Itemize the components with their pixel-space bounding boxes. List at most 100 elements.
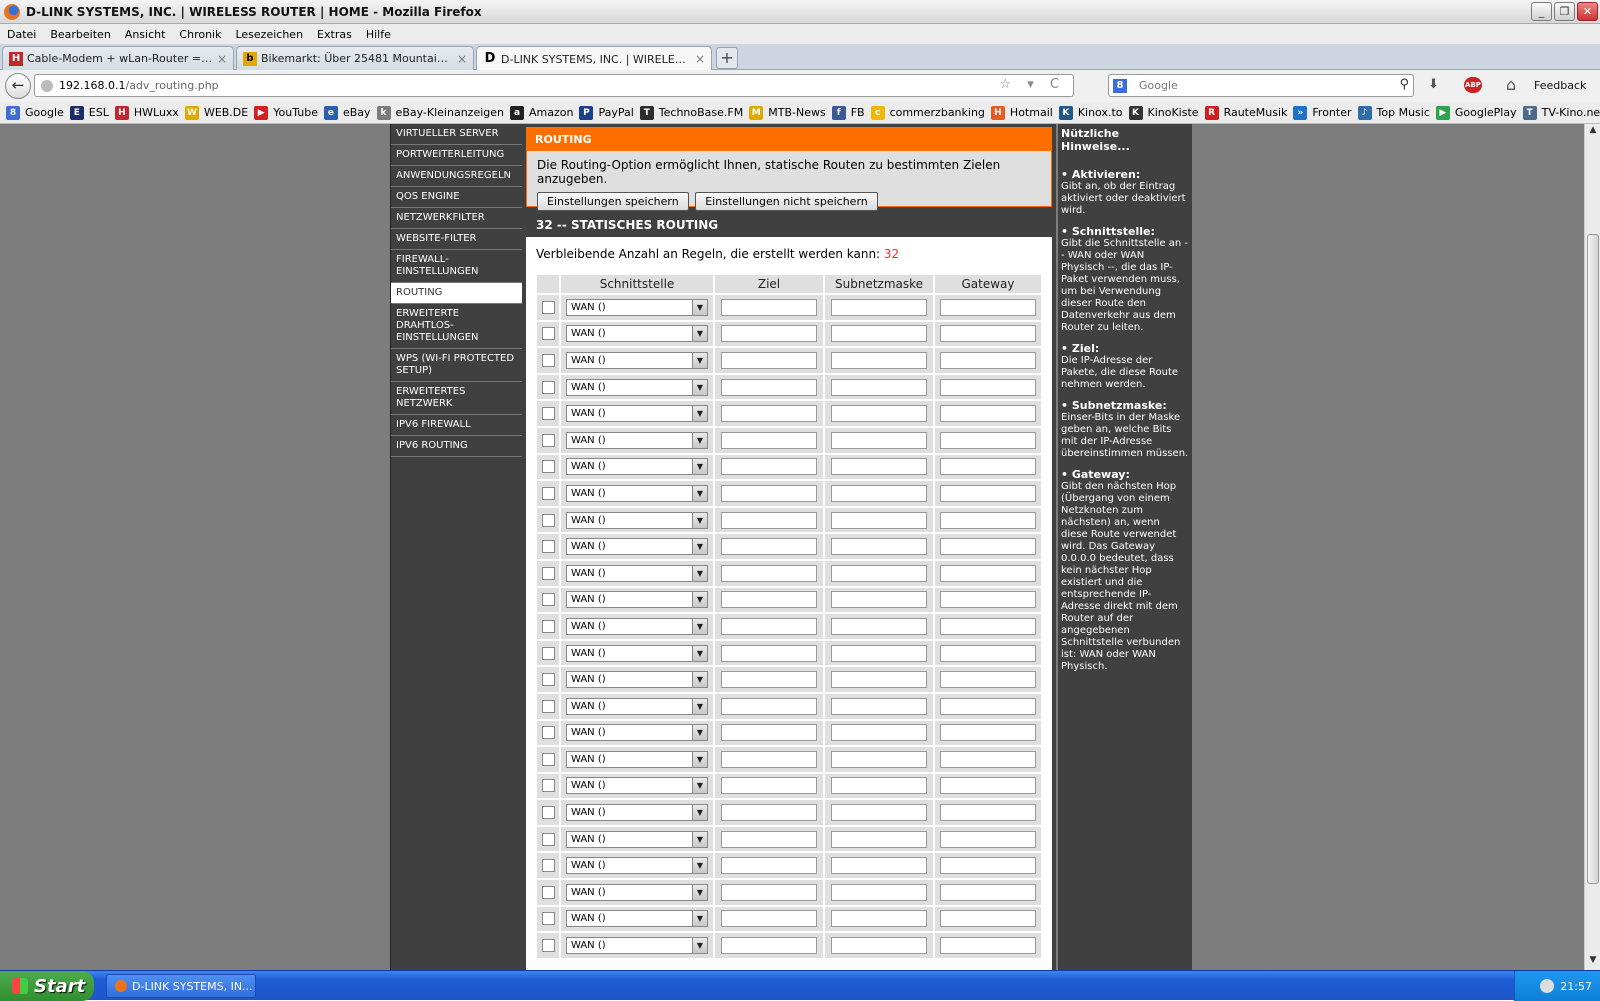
destination-input[interactable] xyxy=(721,617,817,635)
chevron-down-icon[interactable]: ▼ xyxy=(692,805,707,821)
subnet-mask-input[interactable] xyxy=(831,591,927,609)
chevron-down-icon[interactable]: ▼ xyxy=(692,645,707,661)
gateway-input[interactable] xyxy=(940,431,1036,449)
bookmark-item[interactable]: M MTB-News xyxy=(749,105,826,120)
subnet-mask-input[interactable] xyxy=(831,777,927,795)
chevron-down-icon[interactable]: ▼ xyxy=(692,352,707,368)
sidebar-item[interactable]: VIRTUELLER SERVER xyxy=(391,124,522,145)
new-tab-button[interactable]: + xyxy=(716,47,738,69)
subnet-mask-input[interactable] xyxy=(831,910,927,928)
enable-checkbox[interactable] xyxy=(541,912,555,926)
tab-close-icon[interactable]: × xyxy=(217,52,227,66)
page-scrollbar[interactable]: ▲ ▼ xyxy=(1584,124,1600,970)
enable-checkbox[interactable] xyxy=(541,806,555,820)
download-icon[interactable]: ⬇ xyxy=(1428,77,1439,92)
gateway-input[interactable] xyxy=(940,644,1036,662)
chevron-down-icon[interactable]: ▼ xyxy=(692,725,707,741)
dont-save-settings-button[interactable]: Einstellungen nicht speichern xyxy=(695,192,878,211)
chevron-down-icon[interactable]: ▼ xyxy=(692,299,707,315)
interface-select[interactable]: WAN () ▼ xyxy=(566,883,708,901)
bookmark-item[interactable]: k eBay-Kleinanzeigen xyxy=(376,105,504,120)
enable-checkbox[interactable] xyxy=(541,779,555,793)
enable-checkbox[interactable] xyxy=(541,460,555,474)
chevron-down-icon[interactable]: ▼ xyxy=(692,406,707,422)
enable-checkbox[interactable] xyxy=(541,513,555,527)
chevron-down-icon[interactable]: ▼ xyxy=(692,672,707,688)
bookmark-item[interactable]: ▶ YouTube xyxy=(254,105,318,120)
bookmark-item[interactable]: ▶ GooglePlay xyxy=(1435,105,1517,120)
bookmark-item[interactable]: T TV-Kino.net xyxy=(1522,105,1600,120)
chevron-down-icon[interactable]: ▼ xyxy=(692,539,707,555)
menu-hilfe[interactable]: Hilfe xyxy=(359,28,398,41)
gateway-input[interactable] xyxy=(940,804,1036,822)
adblock-icon[interactable]: ABP xyxy=(1464,77,1482,93)
subnet-mask-input[interactable] xyxy=(831,351,927,369)
sidebar-item[interactable]: IPV6 ROUTING xyxy=(391,436,522,457)
destination-input[interactable] xyxy=(721,405,817,423)
destination-input[interactable] xyxy=(721,325,817,343)
chevron-down-icon[interactable]: ▼ xyxy=(692,379,707,395)
subnet-mask-input[interactable] xyxy=(831,644,927,662)
interface-select[interactable]: WAN () ▼ xyxy=(566,857,708,875)
chevron-down-icon[interactable]: ▼ xyxy=(692,884,707,900)
subnet-mask-input[interactable] xyxy=(831,857,927,875)
interface-select[interactable]: WAN () ▼ xyxy=(566,325,708,343)
gateway-input[interactable] xyxy=(940,591,1036,609)
interface-select[interactable]: WAN () ▼ xyxy=(566,431,708,449)
interface-select[interactable]: WAN () ▼ xyxy=(566,617,708,635)
gateway-input[interactable] xyxy=(940,937,1036,955)
url-bar-icons[interactable]: ☆ ▾ C xyxy=(999,77,1065,92)
google-search-icon[interactable]: 8 xyxy=(1113,78,1127,93)
subnet-mask-input[interactable] xyxy=(831,617,927,635)
interface-select[interactable]: WAN () ▼ xyxy=(566,697,708,715)
enable-checkbox[interactable] xyxy=(541,646,555,660)
interface-select[interactable]: WAN () ▼ xyxy=(566,804,708,822)
gateway-input[interactable] xyxy=(940,538,1036,556)
gateway-input[interactable] xyxy=(940,883,1036,901)
interface-select[interactable]: WAN () ▼ xyxy=(566,351,708,369)
feedback-button[interactable]: Feedback xyxy=(1534,79,1586,92)
chevron-down-icon[interactable]: ▼ xyxy=(692,751,707,767)
menu-chronik[interactable]: Chronik xyxy=(172,28,228,41)
gateway-input[interactable] xyxy=(940,458,1036,476)
destination-input[interactable] xyxy=(721,564,817,582)
sidebar-item[interactable]: ROUTING xyxy=(391,283,522,304)
enable-checkbox[interactable] xyxy=(541,832,555,846)
scroll-down-icon[interactable]: ▼ xyxy=(1586,955,1600,969)
destination-input[interactable] xyxy=(721,458,817,476)
subnet-mask-input[interactable] xyxy=(831,883,927,901)
interface-select[interactable]: WAN () ▼ xyxy=(566,777,708,795)
subnet-mask-input[interactable] xyxy=(831,937,927,955)
destination-input[interactable] xyxy=(721,697,817,715)
menu-ansicht[interactable]: Ansicht xyxy=(118,28,173,41)
tab-close-icon[interactable]: × xyxy=(695,52,705,66)
enable-checkbox[interactable] xyxy=(541,300,555,314)
subnet-mask-input[interactable] xyxy=(831,298,927,316)
enable-checkbox[interactable] xyxy=(541,619,555,633)
interface-select[interactable]: WAN () ▼ xyxy=(566,458,708,476)
tray-icon[interactable] xyxy=(1540,979,1555,993)
destination-input[interactable] xyxy=(721,671,817,689)
interface-select[interactable]: WAN () ▼ xyxy=(566,298,708,316)
scroll-up-icon[interactable]: ▲ xyxy=(1586,125,1600,139)
bookmark-item[interactable]: R RauteMusik xyxy=(1204,105,1287,120)
gateway-input[interactable] xyxy=(940,724,1036,742)
sidebar-item[interactable]: ERWEITERTE DRAHTLOS-EINSTELLUNGEN xyxy=(391,304,522,349)
interface-select[interactable]: WAN () ▼ xyxy=(566,937,708,955)
interface-select[interactable]: WAN () ▼ xyxy=(566,378,708,396)
destination-input[interactable] xyxy=(721,538,817,556)
destination-input[interactable] xyxy=(721,857,817,875)
destination-input[interactable] xyxy=(721,777,817,795)
start-button[interactable]: Start xyxy=(0,971,94,1001)
gateway-input[interactable] xyxy=(940,484,1036,502)
enable-checkbox[interactable] xyxy=(541,885,555,899)
bookmark-item[interactable]: c commerzbanking xyxy=(870,105,985,120)
destination-input[interactable] xyxy=(721,830,817,848)
gateway-input[interactable] xyxy=(940,325,1036,343)
interface-select[interactable]: WAN () ▼ xyxy=(566,564,708,582)
subnet-mask-input[interactable] xyxy=(831,804,927,822)
gateway-input[interactable] xyxy=(940,298,1036,316)
chevron-down-icon[interactable]: ▼ xyxy=(692,485,707,501)
chevron-down-icon[interactable]: ▼ xyxy=(692,698,707,714)
enable-checkbox[interactable] xyxy=(541,726,555,740)
